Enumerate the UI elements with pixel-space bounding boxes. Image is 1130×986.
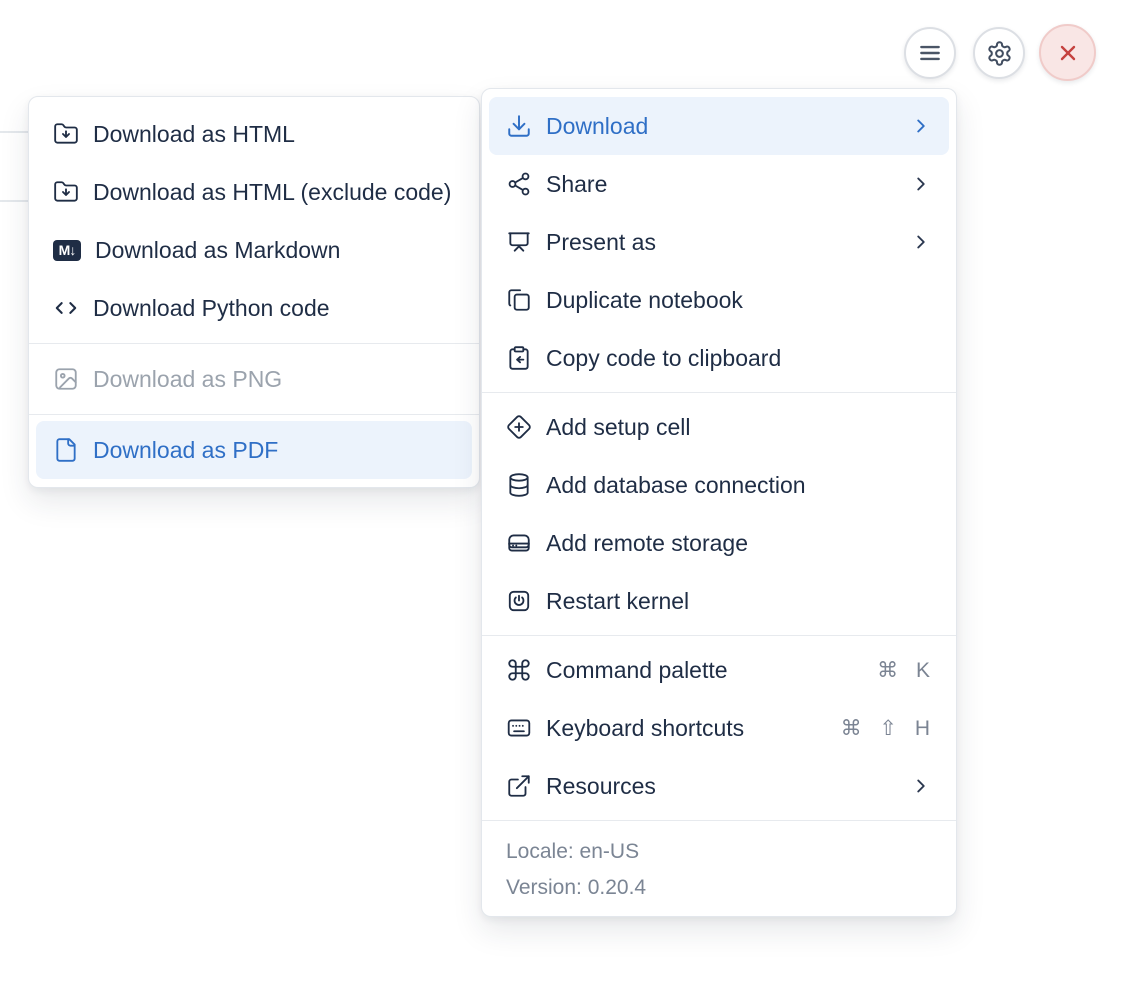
notebook-menu-button[interactable]: [904, 27, 956, 79]
power-icon: [508, 590, 530, 612]
keyboard-icon: [507, 719, 531, 737]
close-icon: [1060, 45, 1075, 60]
locale-text: Locale: en-US: [506, 840, 640, 863]
chevron-right-icon: [917, 235, 925, 249]
shortcut-label: ⌘ K: [877, 658, 932, 682]
menu-separator: [482, 392, 956, 393]
chevron-right-icon: [917, 119, 925, 133]
folder-download-icon: [54, 123, 78, 144]
menu-item-label: Command palette: [546, 656, 728, 683]
folder-download-icon: [54, 181, 78, 202]
menu-item-restart-kernel[interactable]: Restart kernel: [482, 572, 956, 630]
hamburger-icon: [920, 45, 940, 61]
menu-item-download-python-code[interactable]: Download Python code: [29, 279, 479, 337]
file-icon: [56, 438, 76, 462]
menu-item-label: Add database connection: [546, 471, 806, 498]
menu-item-resources[interactable]: Resources: [482, 757, 956, 815]
menu-item-download-as-html-exclude-code[interactable]: Download as HTML (exclude code): [29, 163, 479, 221]
menu-item-command-palette[interactable]: Command palette ⌘ K: [482, 641, 956, 699]
menu-item-copy-code-to-clipboard[interactable]: Copy code to clipboard: [482, 329, 956, 387]
external-link-icon: [508, 775, 530, 797]
gear-icon: [987, 40, 1011, 66]
menu-item-label: Resources: [546, 772, 656, 799]
menu-item-label: Restart kernel: [546, 587, 690, 614]
clipboard-icon: [509, 346, 529, 370]
database-icon: [509, 473, 529, 497]
menu-item-label: Download as Markdown: [95, 236, 341, 263]
menu-item-share[interactable]: Share: [482, 155, 956, 213]
menu-item-label: Download as PDF: [93, 436, 279, 463]
menu-footer: Locale: en-US Version: 0.20.4: [482, 826, 956, 908]
menu-item-label: Add remote storage: [546, 529, 749, 556]
menu-item-keyboard-shortcuts[interactable]: Keyboard shortcuts ⌘ ⇧ H: [482, 699, 956, 757]
command-icon: [508, 659, 530, 681]
menu-item-label: Download as HTML: [93, 120, 295, 147]
image-icon: [55, 368, 77, 390]
menu-item-download[interactable]: Download: [489, 97, 949, 155]
menu-separator: [29, 414, 479, 415]
menu-item-label: Download as PNG: [93, 365, 283, 392]
menu-item-label: Duplicate notebook: [546, 286, 743, 313]
menu-item-label: Download Python code: [93, 294, 330, 321]
menu-separator: [482, 820, 956, 821]
menu-item-present-as[interactable]: Present as: [482, 213, 956, 271]
download-submenu: Download as HTML Download as HTML (exclu…: [28, 96, 480, 488]
settings-button[interactable]: [973, 27, 1025, 79]
close-app-button[interactable]: [1039, 24, 1096, 81]
chevron-right-icon: [917, 177, 925, 191]
background-edge-line: [0, 131, 29, 133]
presentation-icon: [508, 232, 530, 252]
menu-item-duplicate-notebook[interactable]: Duplicate notebook: [482, 271, 956, 329]
menu-item-add-setup-cell[interactable]: Add setup cell: [482, 398, 956, 456]
menu-item-label: Add setup cell: [546, 413, 691, 440]
menu-item-label: Copy code to clipboard: [546, 344, 782, 371]
menu-separator: [29, 343, 479, 344]
copy-icon: [508, 289, 530, 311]
shortcut-label: ⌘ ⇧ H: [840, 716, 932, 740]
menu-item-add-database-connection[interactable]: Add database connection: [482, 456, 956, 514]
menu-item-label: Keyboard shortcuts: [546, 714, 745, 741]
download-icon: [508, 115, 530, 137]
storage-icon: [508, 534, 530, 552]
menu-item-label: Download as HTML (exclude code): [93, 178, 452, 205]
notebook-actions-menu: Download Share Present as Duplicate note…: [481, 88, 957, 917]
version-text: Version: 0.20.4: [506, 876, 647, 899]
menu-item-label: Download: [546, 112, 649, 139]
code-icon: [55, 302, 77, 314]
diamond-plus-icon: [507, 415, 531, 439]
markdown-icon: M↓: [53, 239, 81, 261]
menu-item-download-as-markdown[interactable]: M↓ Download as Markdown: [29, 221, 479, 279]
menu-item-label: Present as: [546, 228, 656, 255]
share-icon: [508, 172, 530, 196]
chevron-right-icon: [917, 779, 925, 793]
menu-item-download-as-html[interactable]: Download as HTML: [29, 105, 479, 163]
menu-separator: [482, 635, 956, 636]
menu-item-add-remote-storage[interactable]: Add remote storage: [482, 514, 956, 572]
background-edge-line: [0, 200, 29, 202]
menu-item-download-as-pdf[interactable]: Download as PDF: [36, 421, 472, 479]
menu-item-label: Share: [546, 170, 608, 197]
menu-item-download-as-png[interactable]: Download as PNG: [29, 350, 479, 408]
